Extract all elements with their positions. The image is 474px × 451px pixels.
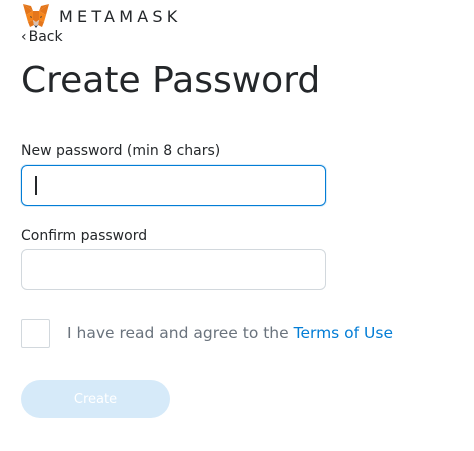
brand-header: METAMASK [22,2,181,30]
chevron-left-icon: ‹ [21,29,27,45]
back-link[interactable]: ‹ Back [21,29,63,45]
confirm-password-field[interactable] [21,249,326,290]
text-caret [35,176,37,195]
brand-wordmark: METAMASK [59,6,182,26]
new-password-field[interactable] [21,165,326,206]
terms-of-use-link[interactable]: Terms of Use [294,324,393,342]
terms-checkbox[interactable] [21,319,50,348]
new-password-label: New password (min 8 chars) [21,143,221,159]
back-label: Back [28,29,63,45]
agree-text: I have read and agree to the [67,324,289,342]
create-password-page: METAMASK ‹ Back Create Password New pass… [0,0,474,451]
confirm-password-label: Confirm password [21,228,148,244]
metamask-fox-icon [23,4,49,28]
page-title: Create Password [21,60,321,101]
create-button[interactable]: Create [21,380,170,418]
terms-agreement-text: I have read and agree to the Terms of Us… [67,324,393,342]
